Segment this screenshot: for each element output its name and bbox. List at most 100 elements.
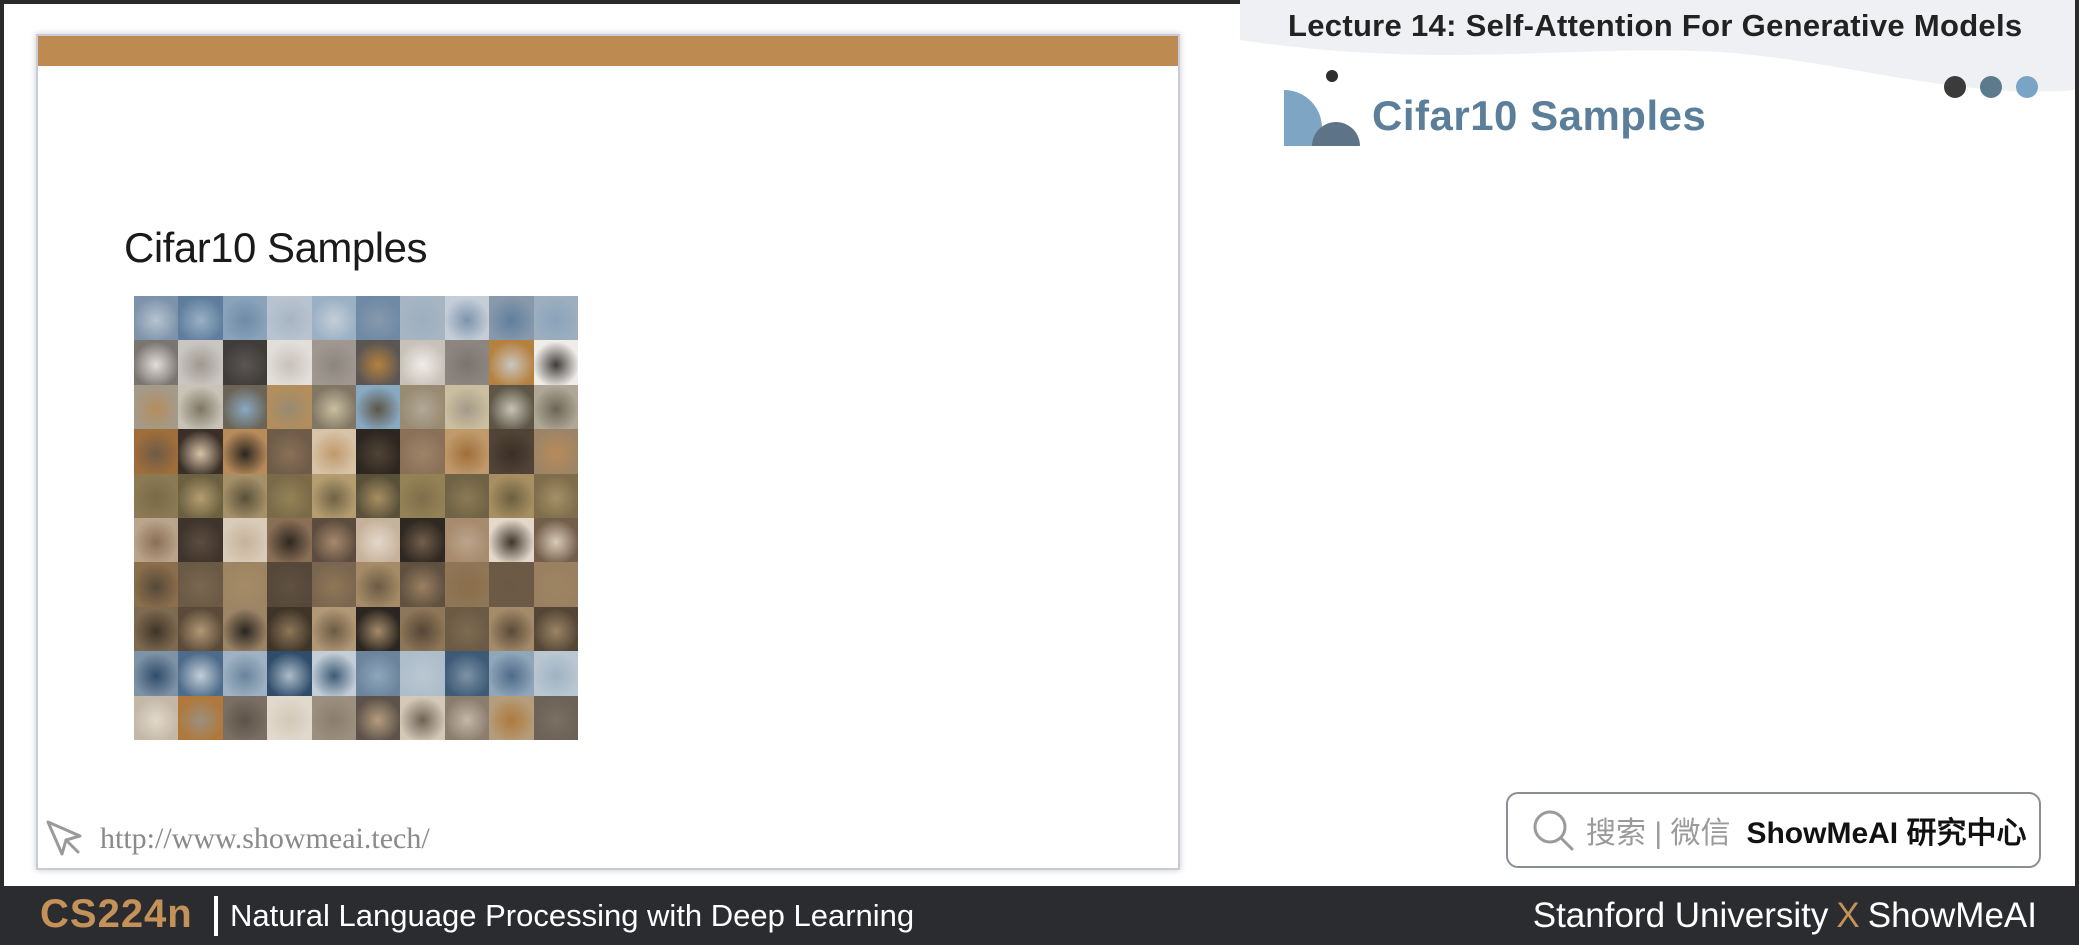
slide-url-link[interactable]: http://www.showmeai.tech/: [100, 822, 430, 856]
sample-image-cat: [134, 429, 179, 474]
sample-image-ship: [311, 651, 356, 696]
sample-image-deer: [178, 473, 223, 518]
sample-image-ship: [222, 651, 268, 696]
slide-panel: Cifar10 Samples http://www.showmeai.tech…: [36, 34, 1180, 870]
sample-image-frog: [533, 562, 578, 607]
sample-image-ship: [178, 651, 223, 696]
sample-image-automobile: [400, 340, 445, 385]
footer-bar: CS224n Natural Language Processing with …: [0, 886, 2079, 945]
sample-image-frog: [311, 562, 356, 607]
header-dots: [1944, 76, 2038, 98]
sample-image-airplane: [311, 296, 356, 341]
sample-image-deer: [222, 473, 268, 518]
sample-image-truck: [178, 695, 223, 740]
sample-image-frog: [178, 562, 223, 607]
slide-url-row[interactable]: http://www.showmeai.tech/: [42, 816, 430, 862]
search-hint: 搜索 | 微信: [1586, 817, 1731, 850]
sample-image-dog: [134, 518, 179, 563]
sample-image-cat: [444, 429, 490, 474]
sample-image-truck: [444, 695, 490, 740]
sample-image-dog: [222, 518, 268, 563]
sample-image-cat: [489, 429, 534, 474]
header-dot-dark: [1944, 76, 1966, 98]
sample-image-dog: [400, 518, 445, 563]
sample-image-cat: [400, 429, 445, 474]
sample-image-dog: [444, 518, 490, 563]
sample-image-ship: [489, 651, 534, 696]
sample-image-bird: [134, 384, 179, 430]
sample-image-bird: [400, 384, 445, 430]
sample-image-dog: [311, 518, 356, 563]
sample-image-deer: [356, 473, 401, 518]
sample-image-frog: [134, 562, 179, 607]
sample-image-frog: [444, 562, 490, 607]
sample-image-bird: [444, 384, 490, 430]
sample-image-deer: [134, 473, 179, 518]
sample-image-deer: [400, 473, 445, 518]
sample-image-frog: [356, 562, 401, 607]
sample-image-airplane: [489, 296, 534, 341]
header-dot-light: [2016, 76, 2038, 98]
sample-image-horse: [222, 606, 268, 652]
sample-image-truck: [533, 695, 578, 740]
sample-image-automobile: [222, 340, 268, 385]
sample-image-automobile: [444, 340, 490, 385]
slide-title: Cifar10 Samples: [124, 224, 427, 271]
sample-image-ship: [134, 651, 179, 696]
sample-image-ship: [356, 651, 401, 696]
sample-image-automobile: [356, 340, 401, 385]
sample-image-bird: [267, 384, 312, 430]
sample-image-cat: [178, 429, 223, 474]
wechat-search-box[interactable]: 搜索 | 微信 ShowMeAI 研究中心: [1506, 792, 2041, 868]
sample-image-dog: [533, 518, 578, 563]
sample-image-ship: [400, 651, 445, 696]
sample-image-automobile: [267, 340, 312, 385]
sample-image-truck: [311, 695, 356, 740]
sample-image-truck: [222, 695, 268, 740]
sample-image-horse: [178, 606, 223, 652]
lecture-title: Lecture 14: Self-Attention For Generativ…: [1288, 8, 2023, 43]
sample-image-horse: [400, 606, 445, 652]
sample-image-airplane: [267, 296, 312, 341]
slide-accent-bar: [38, 36, 1178, 66]
sample-image-truck: [489, 695, 534, 740]
sample-image-bird: [178, 384, 223, 430]
sample-image-ship: [444, 651, 490, 696]
sample-image-horse: [533, 606, 578, 652]
sample-image-deer: [267, 473, 312, 518]
search-icon: [1533, 810, 1574, 851]
org-x-separator: X: [1836, 896, 1860, 935]
sample-image-horse: [267, 606, 312, 652]
sample-image-bird: [533, 384, 578, 430]
course-code: CS224n: [40, 892, 193, 936]
sample-image-dog: [267, 518, 312, 563]
cursor-pointer-icon: [46, 820, 82, 856]
sample-image-bird: [356, 384, 401, 430]
sample-image-airplane: [444, 296, 490, 341]
sample-image-airplane: [134, 296, 179, 341]
sample-image-airplane: [178, 296, 223, 341]
sample-image-horse: [356, 606, 401, 652]
sample-image-bird: [489, 384, 534, 430]
footer-separator: [214, 896, 218, 936]
sample-image-bird: [222, 384, 268, 430]
org-showmeai: ShowMeAI: [1867, 896, 2037, 935]
sample-image-horse: [444, 606, 490, 652]
sample-image-cat: [356, 429, 401, 474]
section-title: Cifar10 Samples: [1372, 92, 1707, 139]
org-stanford: Stanford University: [1532, 896, 1829, 935]
sample-image-automobile: [489, 340, 534, 385]
header-dot-mid: [1980, 76, 2002, 98]
sample-image-truck: [356, 695, 401, 740]
sample-image-truck: [267, 695, 312, 740]
sample-image-horse: [134, 606, 179, 652]
sample-image-airplane: [356, 296, 401, 341]
sample-image-automobile: [533, 340, 578, 385]
sample-image-airplane: [222, 296, 268, 341]
sample-image-automobile: [134, 340, 179, 385]
sample-image-frog: [267, 562, 312, 607]
sample-image-cat: [311, 429, 356, 474]
sample-image-cat: [533, 429, 578, 474]
sample-image-deer: [489, 473, 534, 518]
sample-image-deer: [444, 473, 490, 518]
